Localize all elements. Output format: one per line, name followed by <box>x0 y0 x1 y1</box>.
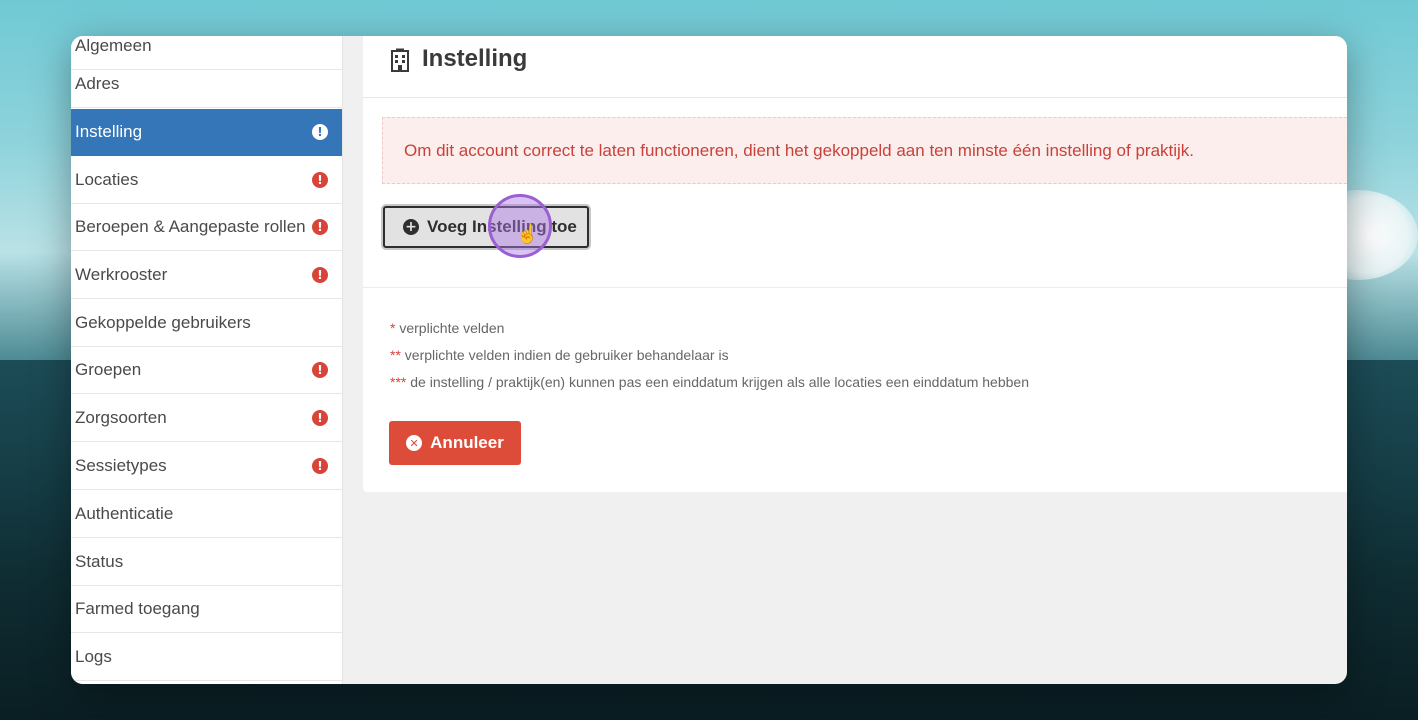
alert-text: Om dit account correct te laten function… <box>404 140 1195 160</box>
plus-circle-icon: + <box>403 219 419 235</box>
exclamation-icon: ! <box>312 362 328 378</box>
sidebar-item-adres[interactable]: Adres <box>71 61 342 108</box>
exclamation-icon: ! <box>312 172 328 188</box>
sidebar-item-beroepen[interactable]: Beroepen & Aangepaste rollen ! <box>71 204 342 251</box>
sidebar-item-locaties[interactable]: Locaties ! <box>71 157 342 204</box>
hand-cursor-icon: ☝ <box>516 224 539 244</box>
sidebar-item-werkrooster[interactable]: Werkrooster ! <box>71 252 342 299</box>
panel-header: Instelling <box>363 36 1347 98</box>
sidebar-item-logs[interactable]: Logs <box>71 634 342 681</box>
exclamation-icon: ! <box>312 124 328 140</box>
note-einddatum: *** de instelling / praktijk(en) kunnen … <box>390 374 1029 390</box>
sidebar-item-label: Locaties <box>75 170 139 189</box>
exclamation-icon: ! <box>312 219 328 235</box>
sidebar-item-instelling[interactable]: Instelling ! <box>71 109 342 156</box>
sidebar-item-label: Algemeen <box>75 36 152 55</box>
sidebar-item-label: Instelling <box>75 122 143 141</box>
sidebar-item-label: Zorgsoorten <box>75 408 167 427</box>
add-instelling-button[interactable]: + Voeg Instelling toe <box>383 206 589 248</box>
cancel-button[interactable]: ✕ Annuleer <box>389 421 521 465</box>
sidebar-item-label: Logs <box>75 647 112 666</box>
sidebar-item-groepen[interactable]: Groepen ! <box>71 347 342 394</box>
sidebar-item-label: Authenticatie <box>75 504 174 523</box>
sidebar-item-label: Beroepen & Aangepaste rollen <box>75 217 306 236</box>
sidebar-item-label: Farmed toegang <box>75 599 200 618</box>
page-title: Instelling <box>422 45 528 72</box>
sidebar-item-authenticatie[interactable]: Authenticatie <box>71 491 342 538</box>
building-icon <box>391 48 409 72</box>
exclamation-icon: ! <box>312 267 328 283</box>
exclamation-icon: ! <box>312 458 328 474</box>
sidebar-item-label: Status <box>75 552 124 571</box>
app-window: Algemeen Adres Instelling ! Locaties ! B… <box>71 36 1347 684</box>
note-required: * verplichte velden <box>390 320 505 336</box>
main-panel: Instelling Om dit account correct te lat… <box>363 36 1347 492</box>
cancel-button-label: Annuleer <box>430 433 504 452</box>
sidebar-item-sessietypes[interactable]: Sessietypes ! <box>71 443 342 490</box>
sidebar-item-status[interactable]: Status <box>71 539 342 586</box>
sidebar-item-gekoppelde-gebruikers[interactable]: Gekoppelde gebruikers <box>71 300 342 347</box>
sidebar-item-label: Sessietypes <box>75 456 167 475</box>
note-required-behandelaar: ** verplichte velden indien de gebruiker… <box>390 347 729 363</box>
sidebar-item-farmed-toegang[interactable]: Farmed toegang <box>71 586 342 633</box>
warning-alert: Om dit account correct te laten function… <box>382 117 1347 184</box>
sidebar-item-label: Werkrooster <box>75 265 168 284</box>
sidebar-item-label: Gekoppelde gebruikers <box>75 313 251 332</box>
sidebar-item-label: Groepen <box>75 360 142 379</box>
close-circle-icon: ✕ <box>406 435 423 451</box>
exclamation-icon: ! <box>312 410 328 426</box>
divider <box>363 287 1347 288</box>
sidebar-item-zorgsoorten[interactable]: Zorgsoorten ! <box>71 395 342 442</box>
sidebar-item-label: Adres <box>75 74 120 93</box>
sidebar: Algemeen Adres Instelling ! Locaties ! B… <box>71 36 343 684</box>
